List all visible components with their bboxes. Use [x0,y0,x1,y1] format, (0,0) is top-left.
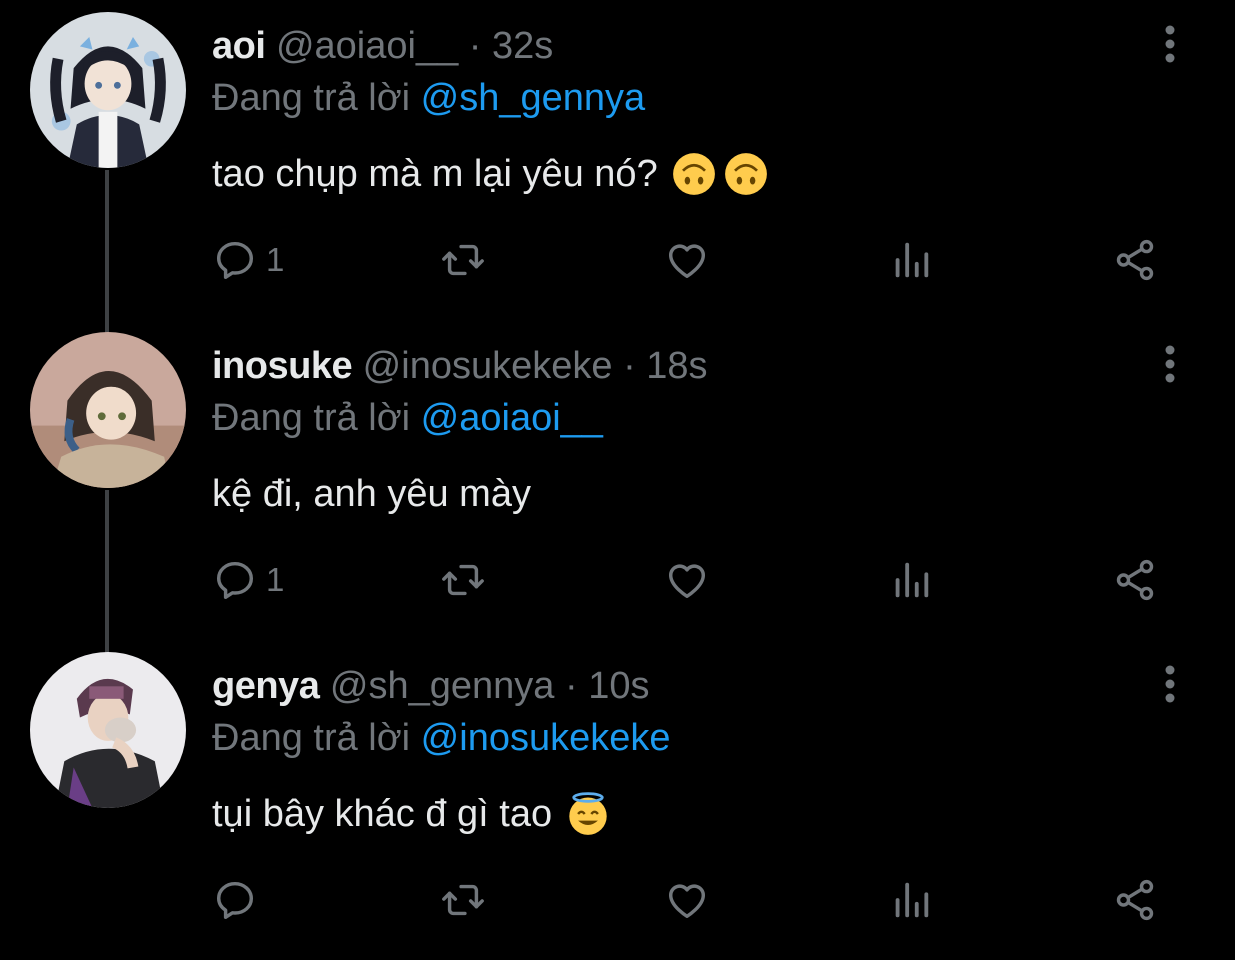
user-handle[interactable]: @sh_gennya [330,665,555,707]
analytics-icon [895,562,929,598]
views-button[interactable] [888,555,934,605]
more-options-icon[interactable] [1150,660,1190,708]
more-options-icon[interactable] [1150,340,1190,388]
tweet-body: tao chụp mà m lại yêu nó? [212,153,658,195]
reply-icon [216,241,254,279]
views-button[interactable] [888,235,934,285]
smiling-face-with-halo-icon [566,792,610,836]
reply-mention-link[interactable]: @aoiaoi__ [421,397,603,439]
reply-icon [216,561,254,599]
tweet-genya[interactable]: genya @sh_gennya · 10s Đang trả lời @ino… [0,640,1235,960]
replying-to: Đang trả lời @aoiaoi__ [212,394,603,442]
analytics-icon [895,242,929,278]
reply-button[interactable]: 1 [212,555,284,605]
share-icon [1116,559,1154,601]
display-name[interactable]: inosuke [212,345,353,387]
like-button[interactable] [664,555,710,605]
reply-button[interactable]: 1 [212,235,284,285]
avatar-inosuke[interactable] [30,332,186,488]
retweet-button[interactable] [440,235,486,285]
avatar-aoi[interactable] [30,12,186,168]
user-handle[interactable]: @inosukekeke [363,345,613,387]
share-icon [1116,239,1154,281]
tweet-actions [212,875,1172,925]
timestamp[interactable]: 18s [646,345,707,387]
display-name[interactable]: aoi [212,25,266,67]
share-button[interactable] [1112,235,1158,285]
share-button[interactable] [1112,555,1158,605]
share-button[interactable] [1112,875,1158,925]
separator-dot: · [468,25,482,67]
reply-icon [216,881,254,919]
upside-down-face-icon [672,152,716,196]
tweet-text: tao chụp mà m lại yêu nó? [212,150,768,198]
separator-dot: · [623,345,636,387]
tweet-header: inosuke @inosukekeke · 18s [212,342,708,390]
tweet-aoi[interactable]: aoi @aoiaoi__ · 32s Đang trả lời @sh_gen… [0,0,1235,338]
reply-button[interactable] [212,875,266,925]
retweet-button[interactable] [440,875,486,925]
tweet-inosuke[interactable]: inosuke @inosukekeke · 18s Đang trả lời … [0,320,1235,658]
tweet-actions: 1 [212,555,1172,605]
retweet-icon [442,564,484,596]
display-name[interactable]: genya [212,665,320,707]
replying-to-label: Đang trả lời [212,397,421,439]
reply-mention-link[interactable]: @sh_gennya [421,77,646,119]
separator-dot: · [564,665,578,707]
upside-down-face-icon [724,152,768,196]
reply-count: 1 [266,561,285,598]
heart-icon [668,244,706,279]
heart-icon [668,884,706,919]
like-button[interactable] [664,875,710,925]
views-button[interactable] [888,875,934,925]
tweet-text: kệ đi, anh yêu mày [212,470,531,518]
tweet-header: aoi @aoiaoi__ · 32s [212,22,553,70]
retweet-icon [442,884,484,916]
more-options-icon[interactable] [1150,20,1190,68]
retweet-button[interactable] [440,555,486,605]
retweet-icon [442,244,484,276]
replying-to: Đang trả lời @sh_gennya [212,74,645,122]
tweet-body: kệ đi, anh yêu mày [212,473,531,515]
avatar-genya[interactable] [30,652,186,808]
thread-line [105,170,109,338]
like-button[interactable] [664,235,710,285]
analytics-icon [895,882,929,918]
tweet-body: tụi bây khác đ gì tao [212,793,553,835]
tweet-actions: 1 [212,235,1172,285]
tweet-header: genya @sh_gennya · 10s [212,662,649,710]
heart-icon [668,564,706,599]
replying-to-label: Đang trả lời [212,717,421,759]
thread-line [105,490,109,658]
share-icon [1116,879,1154,921]
user-handle[interactable]: @aoiaoi__ [276,25,458,67]
tweet-text: tụi bây khác đ gì tao [212,790,610,838]
timestamp[interactable]: 32s [492,25,553,67]
reply-mention-link[interactable]: @inosukekeke [421,717,671,759]
replying-to: Đang trả lời @inosukekeke [212,714,671,762]
replying-to-label: Đang trả lời [212,77,421,119]
timestamp[interactable]: 10s [588,665,649,707]
reply-count: 1 [266,241,285,278]
